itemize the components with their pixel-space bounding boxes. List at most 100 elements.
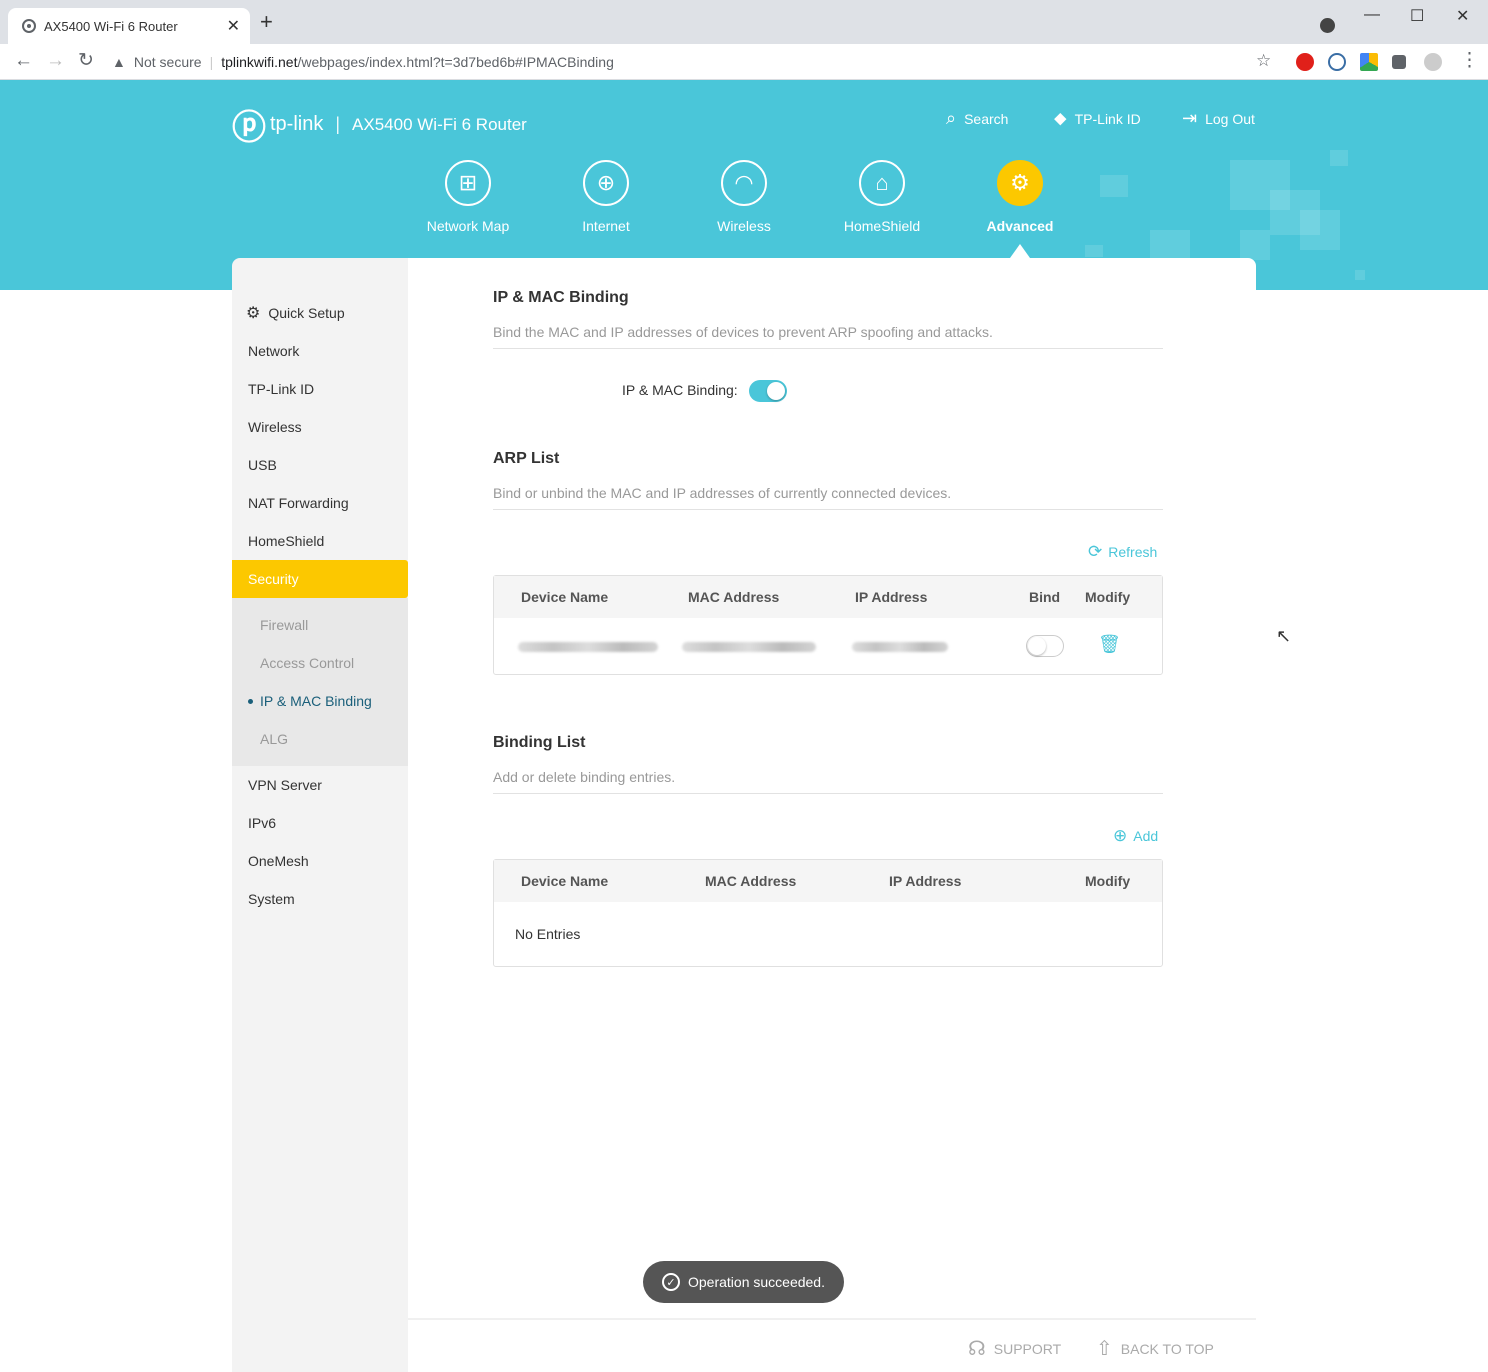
bind-toggle[interactable] [1026, 635, 1064, 657]
maximize-button[interactable]: ☐ [1410, 6, 1424, 26]
puzzle-extension-icon[interactable] [1392, 55, 1406, 69]
search-link-label: Search [964, 110, 1009, 127]
sidebar-item-network[interactable]: Network [232, 332, 408, 370]
sidebar-item-homeshield[interactable]: HomeShield [232, 522, 408, 560]
col-modify: Modify [1085, 589, 1131, 605]
security-label: Not secure [133, 54, 202, 70]
nav-homeshield[interactable]: ⌂ HomeShield [827, 160, 937, 234]
bookmark-star-icon[interactable]: ☆ [1256, 51, 1271, 71]
warning-icon: ▲ [112, 54, 126, 70]
section-title-ip-mac-binding: IP & MAC Binding [493, 289, 629, 306]
nav-network-map[interactable]: ⊞ Network Map [413, 160, 523, 234]
col-bind: Bind [1029, 589, 1061, 605]
new-tab-button[interactable]: + [260, 11, 273, 33]
reload-icon[interactable]: ↻ [78, 50, 94, 72]
nav-internet[interactable]: ⊕ Internet [551, 160, 661, 234]
add-button[interactable]: ⊕ Add [1113, 826, 1158, 846]
refresh-button[interactable]: ⟳ Refresh [1088, 542, 1157, 562]
tab-close-icon[interactable]: ✕ [227, 16, 240, 36]
kebab-menu-icon[interactable]: ⋮ [1460, 50, 1479, 72]
section-desc-arp-list: Bind or unbind the MAC and IP addresses … [493, 485, 952, 501]
sidebar-item-vpn-server[interactable]: VPN Server [232, 766, 408, 804]
sidebar-item-usb[interactable]: USB [232, 446, 408, 484]
sidebar-item-nat-forwarding[interactable]: NAT Forwarding [232, 484, 408, 522]
trash-icon[interactable]: 🗑 [1098, 634, 1121, 655]
sidebar-item-label: Security [248, 571, 299, 587]
forward-icon[interactable]: → [46, 50, 65, 72]
ip-address-cell [852, 642, 948, 652]
homeshield-icon: ⌂ [859, 160, 905, 206]
col-device-name: Device Name [521, 589, 609, 605]
toast-text: Operation succeeded. [688, 1274, 825, 1290]
user-icon: ⬥ [1054, 108, 1067, 128]
search-link[interactable]: ⌕ Search [946, 108, 1008, 129]
sidebar-subitem-firewall[interactable]: Firewall [232, 606, 408, 644]
no-entries-text: No Entries [515, 926, 581, 942]
footer: ☊ SUPPORT ⇧ BACK TO TOP [408, 1318, 1256, 1372]
sidebar-item-label: NAT Forwarding [248, 495, 349, 511]
sidebar-subitem-ip-mac-binding[interactable]: IP & MAC Binding [232, 682, 408, 720]
sidebar-subitem-label: Access Control [260, 655, 355, 671]
profile-icon[interactable] [1320, 18, 1335, 33]
opera-extension-icon[interactable] [1296, 53, 1314, 71]
globe-icon [22, 19, 36, 33]
password-extension-icon[interactable] [1328, 53, 1346, 71]
nav-wireless[interactable]: ◠ Wireless [689, 160, 799, 234]
drive-extension-icon[interactable] [1360, 53, 1378, 71]
network-map-icon: ⊞ [445, 160, 491, 206]
tplink-logo: ⓟ tp-link | AX5400 Wi-Fi 6 Router [232, 100, 527, 149]
sidebar-subitem-alg[interactable]: ALG [232, 720, 408, 758]
sidebar-item-onemesh[interactable]: OneMesh [232, 842, 408, 880]
logout-link[interactable]: ⇥ Log Out [1182, 108, 1255, 129]
minimize-button[interactable]: — [1364, 6, 1380, 24]
search-icon: ⌕ [946, 108, 957, 128]
arrow-up-circle-icon: ⇧ [1096, 1338, 1113, 1360]
address-bar[interactable]: ▲ Not secure | tplinkwifi.net /webpages/… [112, 48, 1282, 76]
avatar[interactable] [1424, 53, 1442, 71]
browser-tab[interactable]: AX5400 Wi-Fi 6 Router ✕ [8, 8, 250, 44]
col-device-name: Device Name [521, 873, 609, 889]
section-title-arp-list: ARP List [493, 450, 560, 467]
sidebar-item-quick-setup[interactable]: ⚙ Quick Setup [232, 294, 408, 332]
wifi-icon: ◠ [721, 160, 767, 206]
sidebar-item-label: Network [248, 343, 300, 359]
sidebar-item-system[interactable]: System [232, 880, 408, 918]
sidebar-item-ipv6[interactable]: IPv6 [232, 804, 408, 842]
table-row: 🗑 [494, 618, 1162, 674]
tplink-id-link[interactable]: ⬥ TP-Link ID [1054, 108, 1141, 129]
sidebar: ⚙ Quick Setup Network TP-Link ID Wireles… [232, 258, 408, 1372]
tab-title: AX5400 Wi-Fi 6 Router [44, 18, 178, 34]
sidebar-subitem-label: ALG [260, 731, 289, 747]
refresh-label: Refresh [1108, 544, 1158, 560]
logout-link-label: Log Out [1205, 110, 1255, 127]
back-icon[interactable]: ← [14, 50, 33, 72]
sidebar-item-label: Quick Setup [268, 305, 345, 321]
binding-table: Device Name MAC Address IP Address Modif… [493, 859, 1163, 967]
back-to-top-link[interactable]: ⇧ BACK TO TOP [1096, 1336, 1214, 1361]
col-ip-address: IP Address [889, 873, 962, 889]
sidebar-item-tplink-id[interactable]: TP-Link ID [232, 370, 408, 408]
url-host: tplinkwifi.net [221, 54, 298, 70]
back-to-top-label: BACK TO TOP [1120, 1340, 1214, 1357]
sidebar-subitem-access-control[interactable]: Access Control [232, 644, 408, 682]
nav-network-map-label: Network Map [426, 218, 510, 234]
ip-mac-binding-toggle[interactable] [749, 380, 787, 402]
sidebar-item-label: IPv6 [248, 815, 277, 831]
sidebar-item-label: HomeShield [248, 533, 325, 549]
close-window-button[interactable]: ✕ [1456, 6, 1469, 26]
sidebar-item-wireless[interactable]: Wireless [232, 408, 408, 446]
sidebar-item-security[interactable]: Security [232, 560, 408, 598]
ip-mac-binding-toggle-label: IP & MAC Binding: [622, 382, 738, 398]
tplink-mark-icon: ⓟ [232, 109, 266, 147]
browser-toolbar: ← → ↻ ▲ Not secure | tplinkwifi.net /web… [0, 44, 1488, 80]
sidebar-subitem-label: Firewall [260, 617, 309, 633]
url-path: /webpages/index.html?t=3d7bed6b#IPMACBin… [297, 54, 614, 70]
device-name-cell [518, 642, 658, 652]
nav-advanced[interactable]: ⚙ Advanced [965, 160, 1075, 234]
brand-name: tp-link [270, 113, 324, 135]
support-link[interactable]: ☊ SUPPORT [968, 1336, 1061, 1361]
success-toast: ✓ Operation succeeded. [643, 1261, 844, 1303]
add-label: Add [1133, 828, 1159, 844]
sidebar-item-label: USB [248, 457, 277, 473]
toggle-knob [767, 382, 785, 400]
